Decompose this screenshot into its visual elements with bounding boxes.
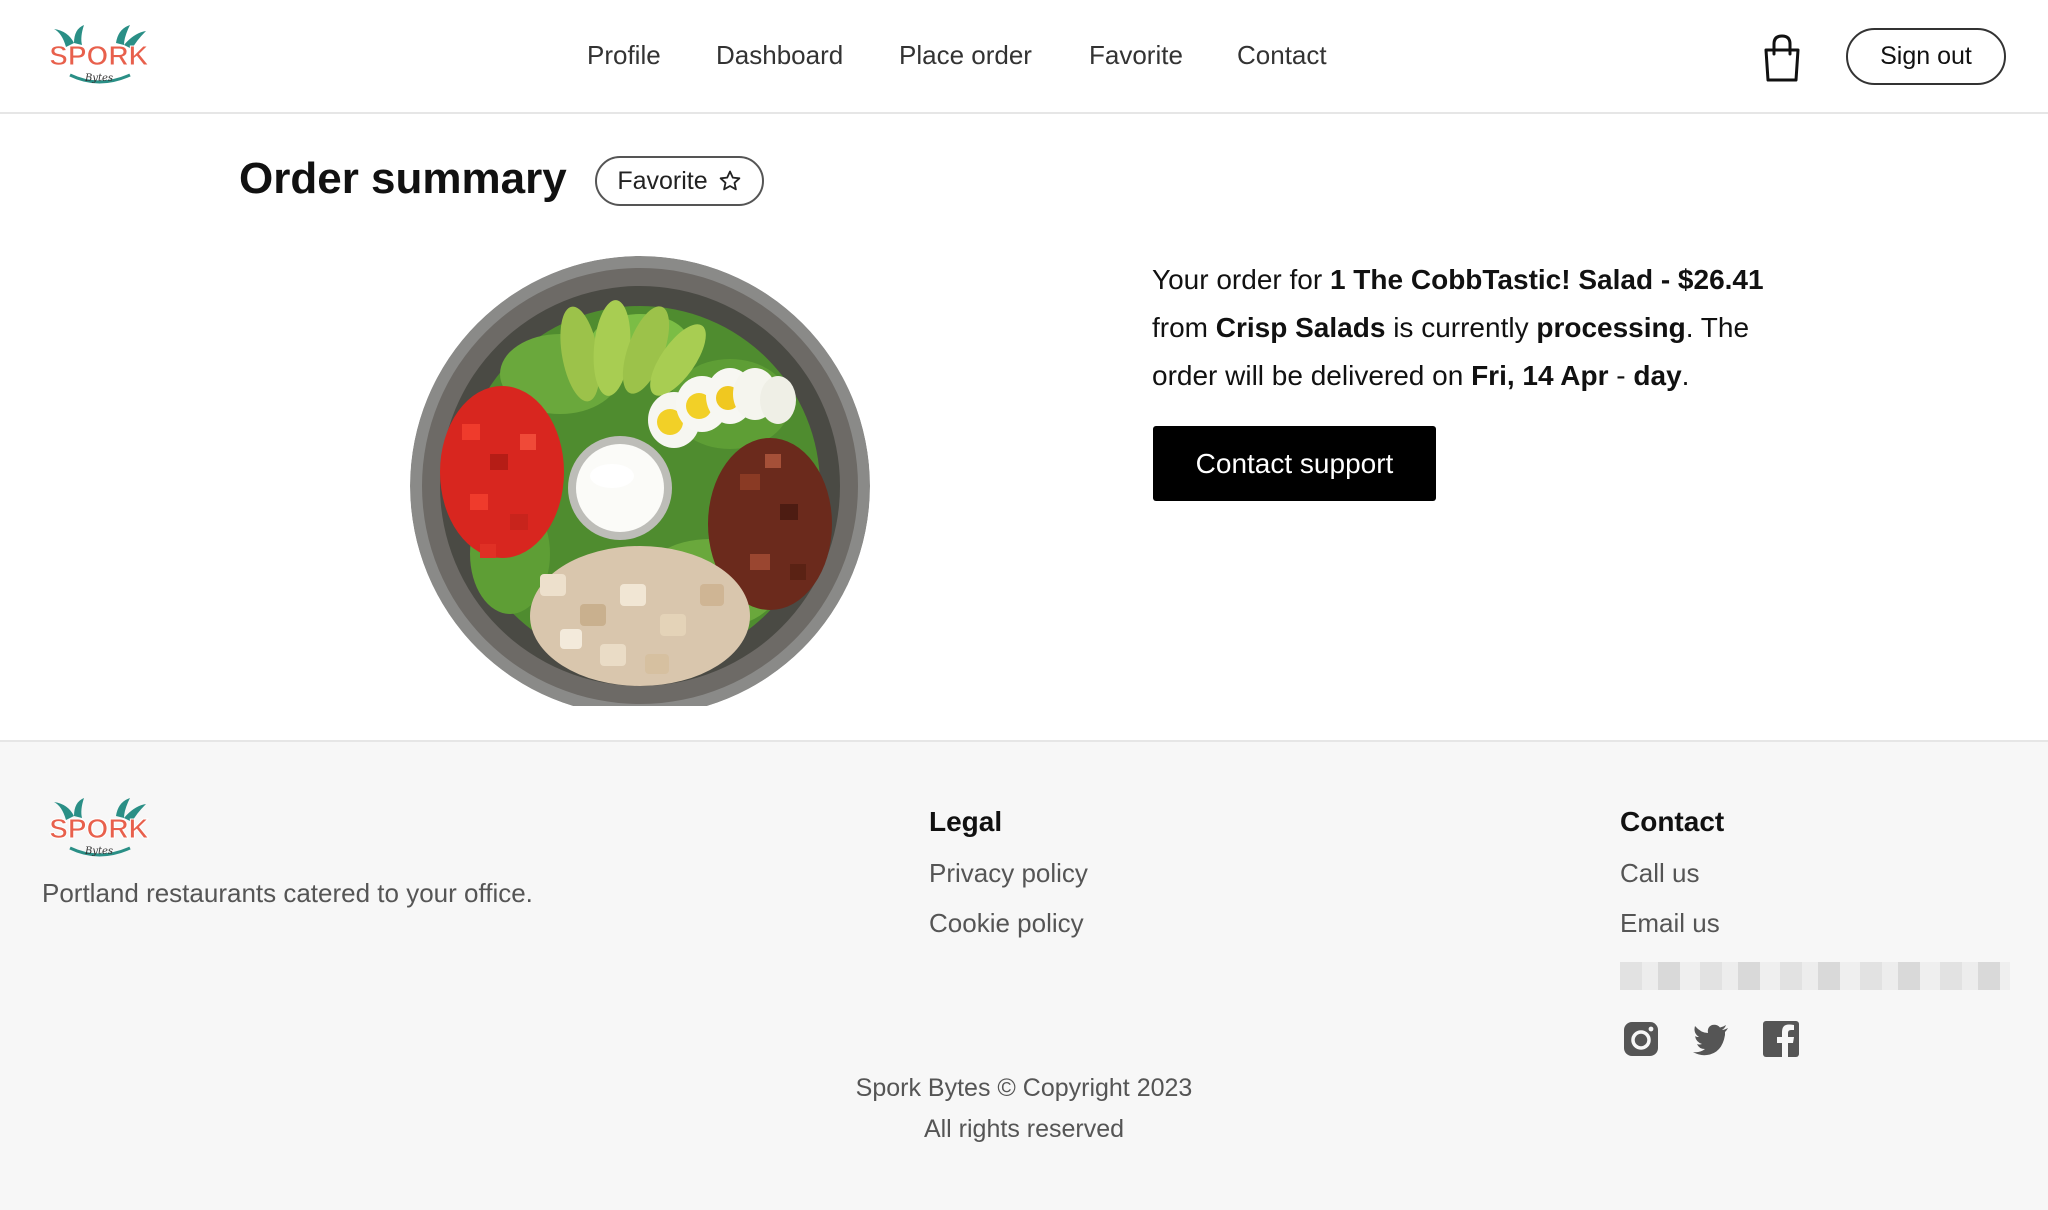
call-us-link[interactable]: Call us (1620, 858, 1699, 889)
order-item: 1 The CobbTastic! Salad - $26.41 (1329, 264, 1764, 295)
footer-spork-bytes-logo[interactable]: SPORK Bytes (44, 798, 154, 862)
svg-text:Bytes: Bytes (84, 846, 113, 857)
star-outline-icon (719, 170, 740, 191)
redacted-contact-info (1620, 962, 2010, 990)
summary-text-3: is currently (1385, 312, 1537, 343)
site-footer: SPORK Bytes Portland restaurants catered… (0, 740, 2048, 1210)
footer-tagline: Portland restaurants catered to your off… (42, 878, 533, 908)
cookie-policy-link[interactable]: Cookie policy (929, 908, 1084, 939)
nav-dashboard[interactable]: Dashboard (716, 40, 843, 71)
summary-text-6: . (1681, 360, 1690, 391)
privacy-policy-link[interactable]: Privacy policy (929, 858, 1088, 889)
summary-text-5: - (1608, 360, 1634, 391)
favorite-label: Favorite (617, 166, 708, 195)
delivery-time: day (1633, 360, 1682, 391)
order-summary-text: Your order for 1 The CobbTastic! Salad -… (1152, 256, 1792, 400)
summary-text-1: Your order for (1152, 264, 1330, 295)
main-nav: Profile Dashboard Place order Favorite C… (0, 0, 2048, 114)
contact-support-button[interactable]: Contact support (1153, 426, 1436, 501)
restaurant-name: Crisp Salads (1215, 312, 1386, 343)
twitter-icon[interactable] (1692, 1020, 1730, 1058)
sign-out-button[interactable]: Sign out (1846, 28, 2006, 85)
order-status: processing (1536, 312, 1686, 343)
contact-heading: Contact (1620, 806, 1725, 837)
rights-text: All rights reserved (923, 1115, 1125, 1143)
nav-favorite[interactable]: Favorite (1089, 40, 1183, 71)
svg-text:SPORK: SPORK (49, 813, 149, 844)
site-header: SPORK Bytes Profile Dashboard Place orde… (0, 0, 2048, 114)
copyright-text: Spork Bytes © Copyright 2023 (855, 1074, 1193, 1102)
shopping-bag-icon[interactable] (1760, 34, 1804, 82)
delivery-date: Fri, 14 Apr (1471, 360, 1609, 391)
summary-text-2: from (1152, 312, 1216, 343)
page-title: Order summary (239, 154, 567, 203)
facebook-icon[interactable] (1762, 1020, 1800, 1058)
email-us-link[interactable]: Email us (1620, 908, 1720, 939)
nav-profile[interactable]: Profile (587, 40, 661, 71)
nav-place-order[interactable]: Place order (899, 40, 1032, 71)
instagram-icon[interactable] (1622, 1020, 1660, 1058)
order-item-image (410, 256, 870, 706)
favorite-button[interactable]: Favorite (595, 156, 764, 206)
nav-contact[interactable]: Contact (1237, 40, 1327, 71)
legal-heading: Legal (929, 806, 1003, 837)
